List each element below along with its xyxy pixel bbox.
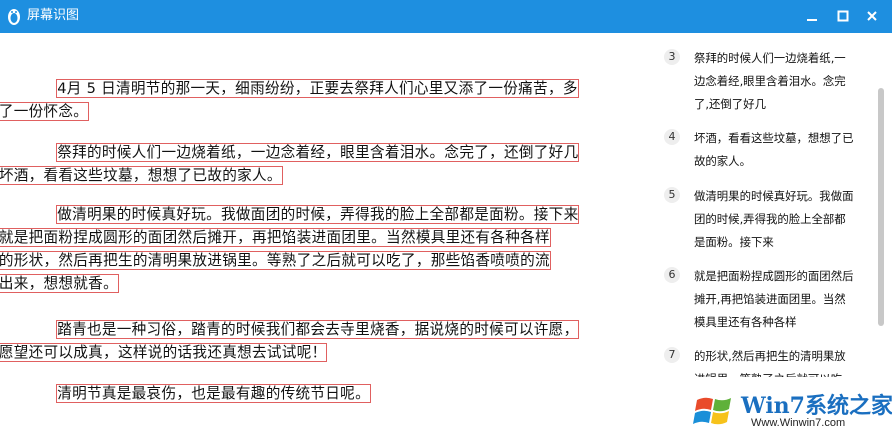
text-line: 了一份怀念。 bbox=[0, 102, 90, 121]
result-line: 进锅里。等熟了之后就可以吃 bbox=[694, 368, 864, 377]
text-line: 出来，想想就香。 bbox=[0, 274, 119, 293]
result-line: 摊开,再把馅装进面团里。当然 bbox=[694, 292, 846, 306]
result-line: 的形状,然后再把生的清明果放 bbox=[694, 349, 846, 363]
paragraph-5: 清明节真是最哀伤，也是最有趣的传统节日呢。 bbox=[28, 382, 580, 405]
result-line: 团的时候,弄得我的脸上全部都 bbox=[694, 212, 846, 226]
text-line: 祭拜的时候人们一边烧着纸，一边念着经，眼里含着泪水。念完了，还倒了好几 bbox=[56, 143, 580, 162]
close-button[interactable] bbox=[860, 4, 884, 28]
result-number: 7 bbox=[664, 347, 680, 363]
paragraph-2: 祭拜的时候人们一边烧着纸，一边念着经，眼里含着泪水。念完了，还倒了好几 坏酒，看… bbox=[0, 141, 580, 187]
site-watermark: Win7系统之家 Www.Winwin7.com bbox=[693, 386, 892, 436]
result-number: 6 bbox=[664, 267, 680, 283]
maximize-icon bbox=[837, 10, 849, 22]
text-line: 做清明果的时候真好玩。我做面团的时候，弄得我的脸上全部都是面粉。接下来 bbox=[56, 205, 580, 224]
result-line: 祭拜的时候人们一边烧着纸,一 bbox=[694, 51, 846, 65]
results-scrollbar[interactable] bbox=[878, 88, 884, 326]
result-text[interactable]: 的形状,然后再把生的清明果放 进锅里。等熟了之后就可以吃 bbox=[694, 347, 864, 377]
text-line: 坏酒，看看这些坟墓，想想了已故的家人。 bbox=[0, 166, 283, 185]
watermark-url: Www.Winwin7.com bbox=[751, 417, 846, 429]
result-text[interactable]: 坏酒，看看这些坟墓，想想了已 故的家人。 bbox=[694, 127, 866, 173]
maximize-button[interactable] bbox=[831, 4, 855, 28]
watermark-title: Win7系统之家 bbox=[741, 393, 892, 419]
windows-logo-icon bbox=[693, 397, 731, 425]
result-line: 就是把面粉捏成圆形的面团然后 bbox=[694, 269, 854, 283]
result-text[interactable]: 就是把面粉捏成圆形的面团然后 摊开,再把馅装进面团里。当然 模具里还有各种各样 bbox=[694, 265, 866, 334]
result-number: 3 bbox=[664, 49, 680, 65]
text-line: 的形状，然后再把生的清明果放进锅里。等熟了之后就可以吃了，那些馅香喷喷的流 bbox=[0, 251, 551, 270]
penguin-app-icon bbox=[8, 9, 20, 25]
result-item-7[interactable]: 7 的形状,然后再把生的清明果放 进锅里。等熟了之后就可以吃 bbox=[664, 347, 864, 377]
minimize-icon bbox=[807, 19, 817, 21]
result-line: 是面粉。接下来 bbox=[694, 235, 774, 249]
recognized-image-area: 4月 5 日清明节的那一天，细雨纷纷，正要去祭拜人们心里又添了一份痛苦，多 了一… bbox=[0, 33, 640, 439]
result-line: 了,还倒了好几 bbox=[694, 97, 766, 111]
text-line: 愿望还可以成真，这样说的话我还真想去试试呢！ bbox=[0, 343, 328, 362]
result-number: 4 bbox=[664, 129, 680, 145]
paragraph-4: 踏青也是一种习俗，踏青的时候我们都会去寺里烧香，据说烧的时候可以许愿， 愿望还可… bbox=[0, 318, 580, 364]
text-line: 清明节真是最哀伤，也是最有趣的传统节日呢。 bbox=[56, 384, 371, 403]
text-line: 踏青也是一种习俗，踏青的时候我们都会去寺里烧香，据说烧的时候可以许愿， bbox=[56, 320, 580, 339]
result-line: 模具里还有各种各样 bbox=[694, 315, 797, 329]
result-line: 坏酒，看看这些坟墓，想想了已 bbox=[694, 131, 854, 145]
ocr-results-panel[interactable]: 3 祭拜的时候人们一边烧着纸,一 边念着经,眼里含着泪水。念完 了,还倒了好几 … bbox=[640, 33, 892, 439]
minimize-button[interactable] bbox=[800, 4, 824, 28]
paragraph-1: 4月 5 日清明节的那一天，细雨纷纷，正要去祭拜人们心里又添了一份痛苦，多 了一… bbox=[0, 77, 580, 123]
paragraph-3: 做清明果的时候真好玩。我做面团的时候，弄得我的脸上全部都是面粉。接下来 就是把面… bbox=[0, 203, 580, 295]
text-line: 就是把面粉捏成圆形的面团然后摊开，再把馅装进面团里。当然模具里还有各种各样 bbox=[0, 228, 551, 247]
result-line: 做清明果的时候真好玩。我做面 bbox=[694, 189, 854, 203]
result-line: 边念着经,眼里含着泪水。念完 bbox=[694, 74, 846, 88]
result-text[interactable]: 祭拜的时候人们一边烧着纸,一 边念着经,眼里含着泪水。念完 了,还倒了好几 bbox=[694, 47, 866, 116]
window-titlebar[interactable]: 屏幕识图 bbox=[0, 0, 892, 33]
text-line: 4月 5 日清明节的那一天，细雨纷纷，正要去祭拜人们心里又添了一份痛苦，多 bbox=[56, 79, 579, 98]
result-text[interactable]: 做清明果的时候真好玩。我做面 团的时候,弄得我的脸上全部都 是面粉。接下来 bbox=[694, 185, 866, 254]
result-number: 5 bbox=[664, 187, 680, 203]
close-icon bbox=[867, 11, 877, 21]
window-title: 屏幕识图 bbox=[27, 8, 80, 23]
result-line: 故的家人。 bbox=[694, 154, 751, 168]
